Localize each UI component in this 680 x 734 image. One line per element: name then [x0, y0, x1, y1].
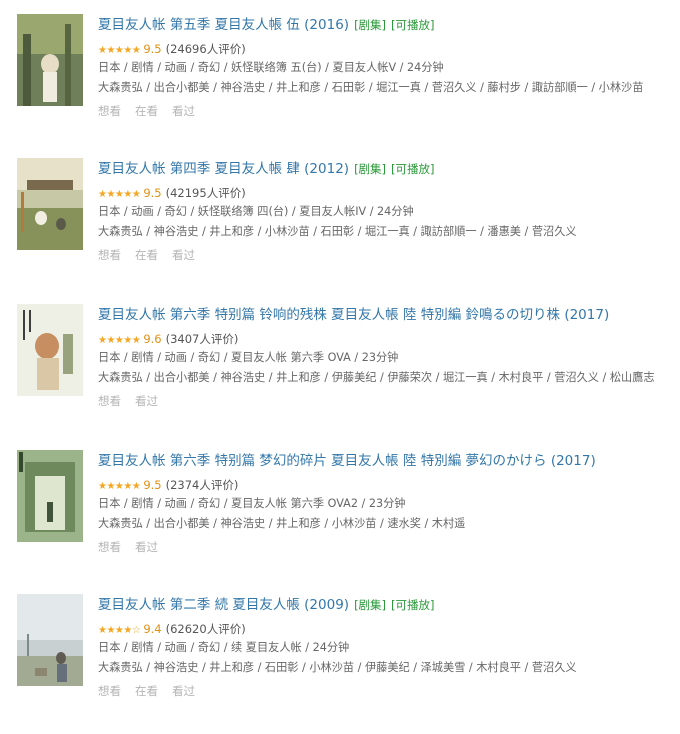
movie-meta-genres: 日本 / 剧情 / 动画 / 奇幻 / 续 夏目友人帐 / 24分钟 [98, 641, 350, 654]
star-rating-icon: ★★★★★ [98, 481, 141, 492]
title-line: 夏目友人帐 第六季 特别篇 铃响的残株 夏目友人帳 陸 特別編 鈴鳴るの切り株 … [98, 304, 680, 326]
series-tag[interactable]: [剧集] [354, 598, 386, 612]
movie-title-link[interactable]: 夏目友人帐 第五季 夏目友人帳 伍 (2016) [98, 17, 349, 33]
watching-button[interactable]: 在看 [135, 248, 158, 262]
action-bar: 想看 看过 [98, 392, 680, 410]
want-to-watch-button[interactable]: 想看 [98, 248, 121, 262]
movie-meta-genres: 日本 / 剧情 / 动画 / 奇幻 / 夏目友人帐 第六季 OVA2 / 23分… [98, 497, 406, 510]
rating-line: ★★★★★ 9.6 (3407人评价) [98, 330, 680, 348]
rating-score: 9.6 [143, 332, 162, 346]
watched-button[interactable]: 看过 [135, 540, 158, 554]
watching-button[interactable]: 在看 [135, 684, 158, 698]
movie-poster[interactable] [17, 14, 83, 106]
movie-info: 夏目友人帐 第六季 特别篇 梦幻的碎片 夏目友人帳 陸 特別編 夢幻のかけら (… [98, 450, 680, 556]
watched-button[interactable]: 看过 [172, 684, 195, 698]
playable-tag[interactable]: [可播放] [391, 598, 434, 612]
movie-meta-cast: 大森贵弘 / 出合小都美 / 神谷浩史 / 井上和彦 / 小林沙苗 / 速水奖 … [98, 517, 466, 530]
movie-meta-cast: 大森贵弘 / 神谷浩史 / 井上和彦 / 小林沙苗 / 石田彰 / 堀江一真 /… [98, 225, 577, 238]
title-line: 夏目友人帐 第六季 特别篇 梦幻的碎片 夏目友人帳 陸 特別編 夢幻のかけら (… [98, 450, 680, 472]
star-rating-icon: ★★★★★ [98, 189, 141, 200]
rating-score: 9.5 [143, 478, 162, 492]
movie-info: 夏目友人帐 第二季 続 夏目友人帳 (2009) [剧集] [可播放] ★★★★☆ 9.… [98, 594, 680, 700]
star-rating-icon: ★★★★★ [98, 335, 141, 346]
playable-tag[interactable]: [可播放] [391, 18, 434, 32]
rating-line: ★★★★★ 9.5 (42195人评价) [98, 184, 680, 202]
want-to-watch-button[interactable]: 想看 [98, 104, 121, 118]
title-line: 夏目友人帐 第四季 夏目友人帳 肆 (2012) [剧集] [可播放] [98, 158, 680, 180]
action-bar: 想看 看过 [98, 538, 680, 556]
watched-button[interactable]: 看过 [172, 104, 195, 118]
movie-title-link[interactable]: 夏目友人帐 第六季 特别篇 梦幻的碎片 夏目友人帳 陸 特別編 夢幻のかけら (… [98, 453, 596, 469]
star-rating-icon: ★★★★☆ [98, 625, 141, 636]
movie-poster[interactable] [17, 158, 83, 250]
rating-line: ★★★★★ 9.5 (24696人评价) [98, 40, 680, 58]
rating-score: 9.5 [143, 186, 162, 200]
movie-item: 夏目友人帐 第六季 特别篇 铃响的残株 夏目友人帳 陸 特別編 鈴鳴るの切り株 … [0, 304, 680, 444]
watching-button[interactable]: 在看 [135, 104, 158, 118]
movie-title-link[interactable]: 夏目友人帐 第四季 夏目友人帳 肆 (2012) [98, 161, 349, 177]
want-to-watch-button[interactable]: 想看 [98, 394, 121, 408]
want-to-watch-button[interactable]: 想看 [98, 540, 121, 554]
rating-line: ★★★★★ 9.5 (2374人评价) [98, 476, 680, 494]
rating-count: (62620人评价) [165, 622, 246, 636]
action-bar: 想看 在看 看过 [98, 682, 680, 700]
movie-item: 夏目友人帐 第五季 夏目友人帳 伍 (2016) [剧集] [可播放] ★★★★★ 9.… [0, 14, 680, 154]
playable-tag[interactable]: [可播放] [391, 162, 434, 176]
movie-meta-cast: 大森贵弘 / 出合小都美 / 神谷浩史 / 井上和彦 / 石田彰 / 堀江一真 … [98, 81, 644, 94]
movie-info: 夏目友人帐 第六季 特别篇 铃响的残株 夏目友人帳 陸 特別編 鈴鳴るの切り株 … [98, 304, 680, 410]
title-line: 夏目友人帐 第五季 夏目友人帳 伍 (2016) [剧集] [可播放] [98, 14, 680, 36]
movie-item: 夏目友人帐 第二季 続 夏目友人帳 (2009) [剧集] [可播放] ★★★★☆ 9.… [0, 594, 680, 734]
result-list: 夏目友人帐 第五季 夏目友人帳 伍 (2016) [剧集] [可播放] ★★★★★ 9.… [0, 0, 680, 707]
movie-item: 夏目友人帐 第六季 特别篇 梦幻的碎片 夏目友人帳 陸 特別編 夢幻のかけら (… [0, 450, 680, 590]
series-tag[interactable]: [剧集] [354, 162, 386, 176]
rating-count: (24696人评价) [165, 42, 246, 56]
movie-meta-cast: 大森贵弘 / 出合小都美 / 神谷浩史 / 井上和彦 / 伊藤美纪 / 伊藤荣次… [98, 371, 655, 384]
watched-button[interactable]: 看过 [172, 248, 195, 262]
movie-title-link[interactable]: 夏目友人帐 第二季 続 夏目友人帳 (2009) [98, 597, 349, 613]
want-to-watch-button[interactable]: 想看 [98, 684, 121, 698]
movie-info: 夏目友人帐 第五季 夏目友人帳 伍 (2016) [剧集] [可播放] ★★★★★ 9.… [98, 14, 680, 120]
action-bar: 想看 在看 看过 [98, 102, 680, 120]
watched-button[interactable]: 看过 [135, 394, 158, 408]
movie-poster[interactable] [17, 594, 83, 686]
movie-meta-genres: 日本 / 动画 / 奇幻 / 妖怪联络簿 四(台) / 夏目友人帐IV / 24… [98, 205, 414, 218]
movie-meta-cast: 大森贵弘 / 神谷浩史 / 井上和彦 / 石田彰 / 小林沙苗 / 伊藤美纪 /… [98, 661, 577, 674]
star-rating-icon: ★★★★★ [98, 45, 141, 56]
movie-info: 夏目友人帐 第四季 夏目友人帳 肆 (2012) [剧集] [可播放] ★★★★★ 9.… [98, 158, 680, 264]
movie-item: 夏目友人帐 第四季 夏目友人帳 肆 (2012) [剧集] [可播放] ★★★★★ 9.… [0, 158, 680, 298]
rating-score: 9.5 [143, 42, 162, 56]
movie-poster[interactable] [17, 450, 83, 542]
title-line: 夏目友人帐 第二季 続 夏目友人帳 (2009) [剧集] [可播放] [98, 594, 680, 616]
movie-meta-genres: 日本 / 剧情 / 动画 / 奇幻 / 夏目友人帐 第六季 OVA / 23分钟 [98, 351, 399, 364]
rating-count: (3407人评价) [165, 332, 239, 346]
rating-score: 9.4 [143, 622, 162, 636]
rating-count: (2374人评价) [165, 478, 239, 492]
rating-line: ★★★★☆ 9.4 (62620人评价) [98, 620, 680, 638]
movie-title-link[interactable]: 夏目友人帐 第六季 特别篇 铃响的残株 夏目友人帳 陸 特別編 鈴鳴るの切り株 … [98, 307, 609, 323]
movie-poster[interactable] [17, 304, 83, 396]
series-tag[interactable]: [剧集] [354, 18, 386, 32]
movie-meta-genres: 日本 / 剧情 / 动画 / 奇幻 / 妖怪联络簿 五(台) / 夏目友人帐Ⅴ … [98, 61, 444, 74]
action-bar: 想看 在看 看过 [98, 246, 680, 264]
rating-count: (42195人评价) [165, 186, 246, 200]
